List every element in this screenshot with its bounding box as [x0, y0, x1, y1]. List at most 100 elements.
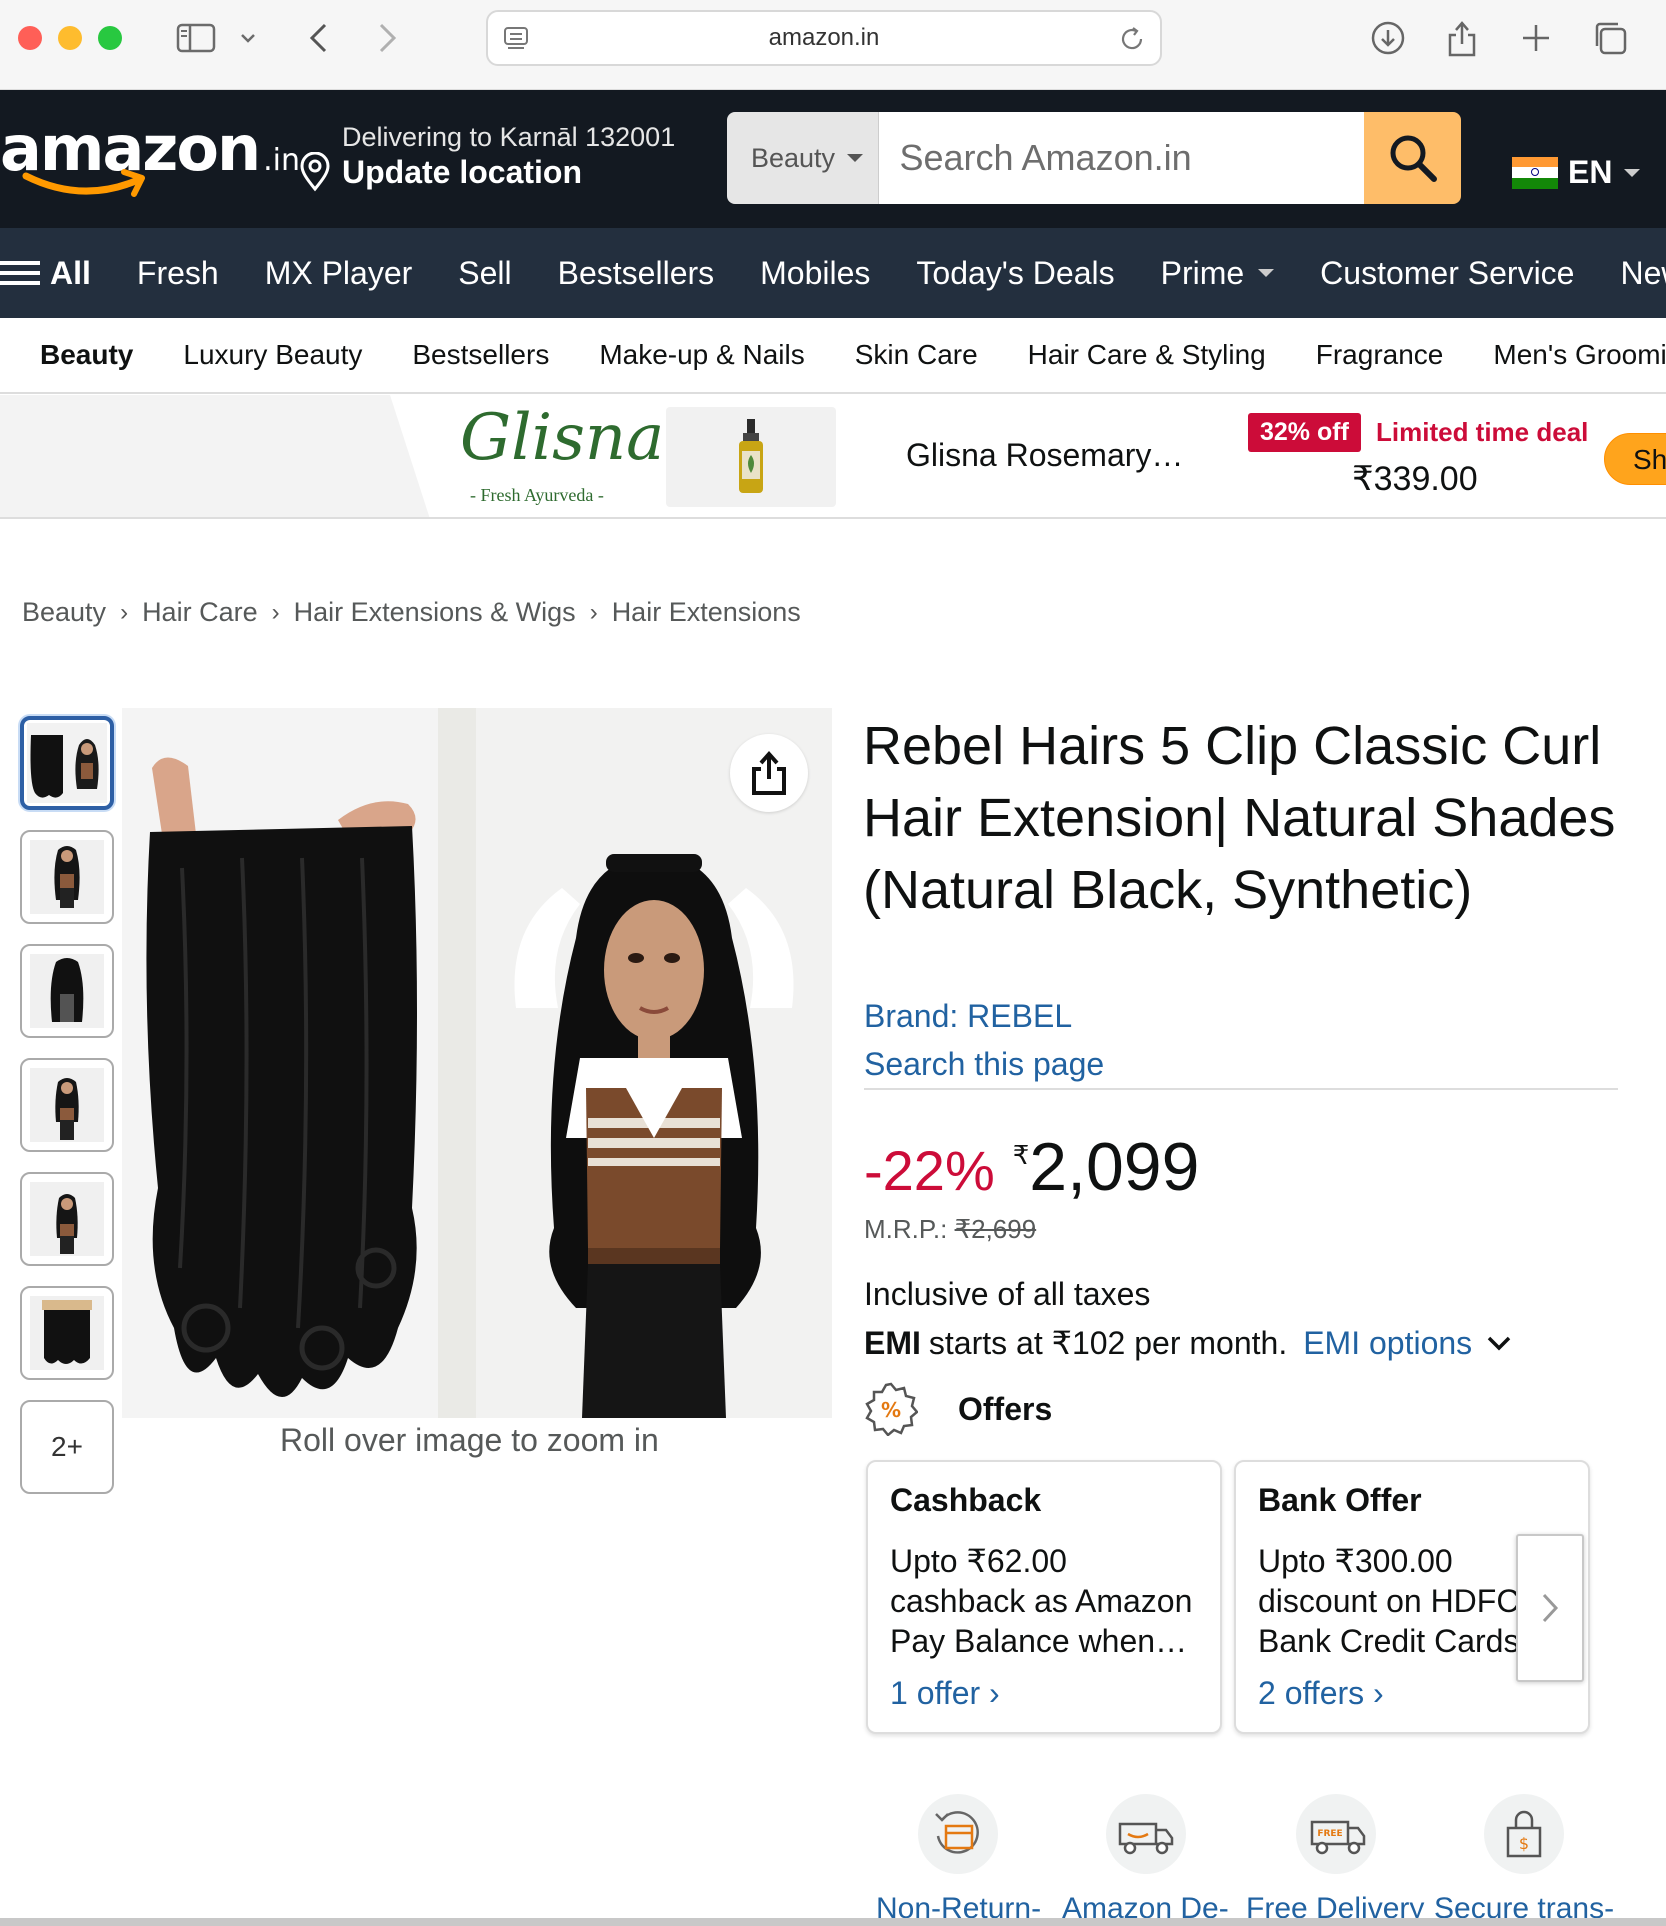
url-text: amazon.in — [768, 24, 880, 51]
nav-item-sell[interactable]: Sell — [458, 255, 511, 292]
nav-item-prime[interactable]: Prime — [1161, 255, 1275, 292]
nav-item-mx-player[interactable]: MX Player — [265, 255, 413, 292]
offer-link[interactable]: 2 offers › — [1258, 1675, 1384, 1712]
mrp: M.R.P.: ₹2,699 — [864, 1214, 1036, 1245]
zoom-hint: Roll over image to zoom in — [280, 1422, 659, 1458]
non-returnable-feature[interactable] — [918, 1794, 998, 1874]
promo-product-image[interactable] — [666, 407, 836, 507]
nav-item-bestsellers[interactable]: Bestsellers — [558, 255, 715, 292]
minimize-window-button[interactable] — [58, 26, 82, 50]
language-selector[interactable]: EN — [1512, 154, 1641, 191]
close-window-button[interactable] — [18, 26, 42, 50]
product-title: Rebel Hairs 5 Clip Classic Curl Hair Ext… — [863, 716, 1616, 920]
limited-deal-label: Limited time deal — [1376, 417, 1589, 447]
mrp-label: M.R.P.: — [864, 1214, 948, 1244]
thumbnail-strip: 2+ — [20, 716, 118, 1494]
delivery-address: Delivering to Karnāl 132001 — [342, 122, 676, 152]
tax-note: Inclusive of all taxes — [864, 1276, 1151, 1312]
forward-icon[interactable] — [370, 18, 406, 58]
emi-options-link[interactable]: EMI options — [1303, 1325, 1472, 1362]
nav-item-mobiles[interactable]: Mobiles — [760, 255, 870, 292]
offer-card-cashback[interactable]: Cashback Upto ₹62.00 cashback as Amazon … — [866, 1460, 1222, 1734]
nav-all-menu[interactable]: All — [0, 255, 91, 292]
category-subnav: Beauty Luxury Beauty Bestsellers Make-up… — [0, 318, 1666, 394]
thumbnail-2[interactable] — [20, 830, 114, 924]
search-category-select[interactable]: Beauty — [727, 112, 880, 204]
breadcrumb-hair-care[interactable]: Hair Care — [142, 597, 258, 628]
breadcrumb-beauty[interactable]: Beauty — [22, 597, 106, 628]
thumbnail-6[interactable] — [20, 1286, 114, 1380]
product-thumbnail-image — [30, 1182, 104, 1256]
currency-symbol: ₹ — [1012, 1140, 1030, 1170]
subnav-item-fragrance[interactable]: Fragrance — [1316, 339, 1444, 371]
share-button[interactable] — [730, 734, 808, 812]
thumbnail-3[interactable] — [20, 944, 114, 1038]
offer-body: Upto ₹62.00 cashback as Amazon Pay Balan… — [890, 1543, 1193, 1659]
breadcrumb-hair-extensions[interactable]: Hair Extensions — [612, 597, 801, 628]
nav-item-customer-service[interactable]: Customer Service — [1320, 255, 1574, 292]
product-thumbnail-image — [30, 954, 104, 1028]
promo-price: ₹339.00 — [1352, 460, 1478, 498]
address-bar[interactable]: amazon.in — [486, 10, 1162, 66]
search-button[interactable] — [1364, 112, 1461, 204]
search-bar: Beauty — [727, 112, 1461, 204]
amazon-delivered-feature[interactable] — [1106, 1794, 1186, 1874]
new-tab-icon[interactable] — [1514, 18, 1558, 58]
more-images-button[interactable]: 2+ — [20, 1400, 114, 1494]
nav-item-new[interactable]: New — [1620, 255, 1666, 292]
search-input[interactable] — [879, 112, 1365, 204]
delivery-truck-icon — [1118, 1822, 1174, 1855]
sidebar-toggle-icon[interactable] — [174, 18, 218, 58]
caret-down-icon — [847, 154, 864, 162]
product-thumbnail-image — [30, 840, 104, 914]
language-label: EN — [1568, 154, 1613, 190]
offer-percent-icon: % — [865, 1382, 918, 1436]
back-icon[interactable] — [300, 18, 336, 58]
downloads-icon[interactable] — [1366, 18, 1410, 58]
subnav-item-skin-care[interactable]: Skin Care — [855, 339, 978, 371]
breadcrumb-hair-extensions-wigs[interactable]: Hair Extensions & Wigs — [294, 597, 576, 628]
secure-transaction-feature[interactable]: $ — [1484, 1794, 1564, 1874]
discount-percent: -22% — [864, 1139, 995, 1202]
nav-item-todays-deals[interactable]: Today's Deals — [916, 255, 1114, 292]
product-thumbnail-image — [30, 1068, 104, 1142]
zoom-window-button[interactable] — [98, 26, 122, 50]
brand-link[interactable]: Brand: REBEL — [864, 998, 1072, 1035]
subnav-item-makeup-nails[interactable]: Make-up & Nails — [599, 339, 804, 371]
caret-down-icon — [1624, 168, 1641, 177]
chevron-down-icon[interactable] — [236, 18, 260, 58]
main-product-image[interactable] — [122, 708, 832, 1418]
thumbnail-5[interactable] — [20, 1172, 114, 1266]
reload-icon[interactable] — [1118, 25, 1146, 60]
tab-overview-icon[interactable] — [1588, 18, 1632, 58]
chevron-down-icon[interactable] — [1486, 1334, 1512, 1352]
subnav-item-bestsellers[interactable]: Bestsellers — [412, 339, 549, 371]
logo-tld: .in — [263, 143, 300, 178]
thumbnail-1[interactable] — [20, 716, 114, 810]
offers-header: % Offers — [864, 1382, 1052, 1436]
sponsored-banner[interactable]: Glisna - Fresh Ayurveda - Glisna Rosemar… — [0, 395, 1666, 519]
subnav-item-hair-care[interactable]: Hair Care & Styling — [1028, 339, 1266, 371]
offer-heading: Bank Offer — [1258, 1482, 1422, 1518]
search-this-page-link[interactable]: Search this page — [864, 1046, 1104, 1083]
glisna-tagline: - Fresh Ayurveda - — [470, 485, 604, 505]
svg-text:%: % — [881, 1398, 901, 1422]
share-icon[interactable] — [1440, 18, 1484, 58]
horizontal-scrollbar[interactable] — [0, 1918, 1666, 1926]
subnav-item-mens-grooming[interactable]: Men's Groomin — [1493, 339, 1666, 371]
nav-item-fresh[interactable]: Fresh — [137, 255, 219, 292]
chevron-right-icon: › — [589, 598, 598, 626]
search-icon — [1390, 135, 1437, 182]
offer-link[interactable]: 1 offer › — [890, 1675, 1000, 1712]
emi-info: EMI starts at ₹102 per month. EMI option… — [864, 1324, 1512, 1362]
subnav-item-luxury-beauty[interactable]: Luxury Beauty — [183, 339, 362, 371]
subnav-item-beauty[interactable]: Beauty — [40, 339, 133, 371]
offers-next-button[interactable] — [1516, 1534, 1584, 1682]
promo-product-name[interactable]: Glisna Rosemary… — [906, 437, 1183, 474]
free-delivery-feature[interactable]: FREE — [1296, 1794, 1376, 1874]
thumbnail-4[interactable] — [20, 1058, 114, 1152]
shop-now-button[interactable]: Sho — [1604, 433, 1666, 485]
product-thumbnail-image — [27, 723, 107, 803]
search-category-label: Beauty — [751, 142, 836, 173]
hamburger-icon — [0, 255, 40, 291]
